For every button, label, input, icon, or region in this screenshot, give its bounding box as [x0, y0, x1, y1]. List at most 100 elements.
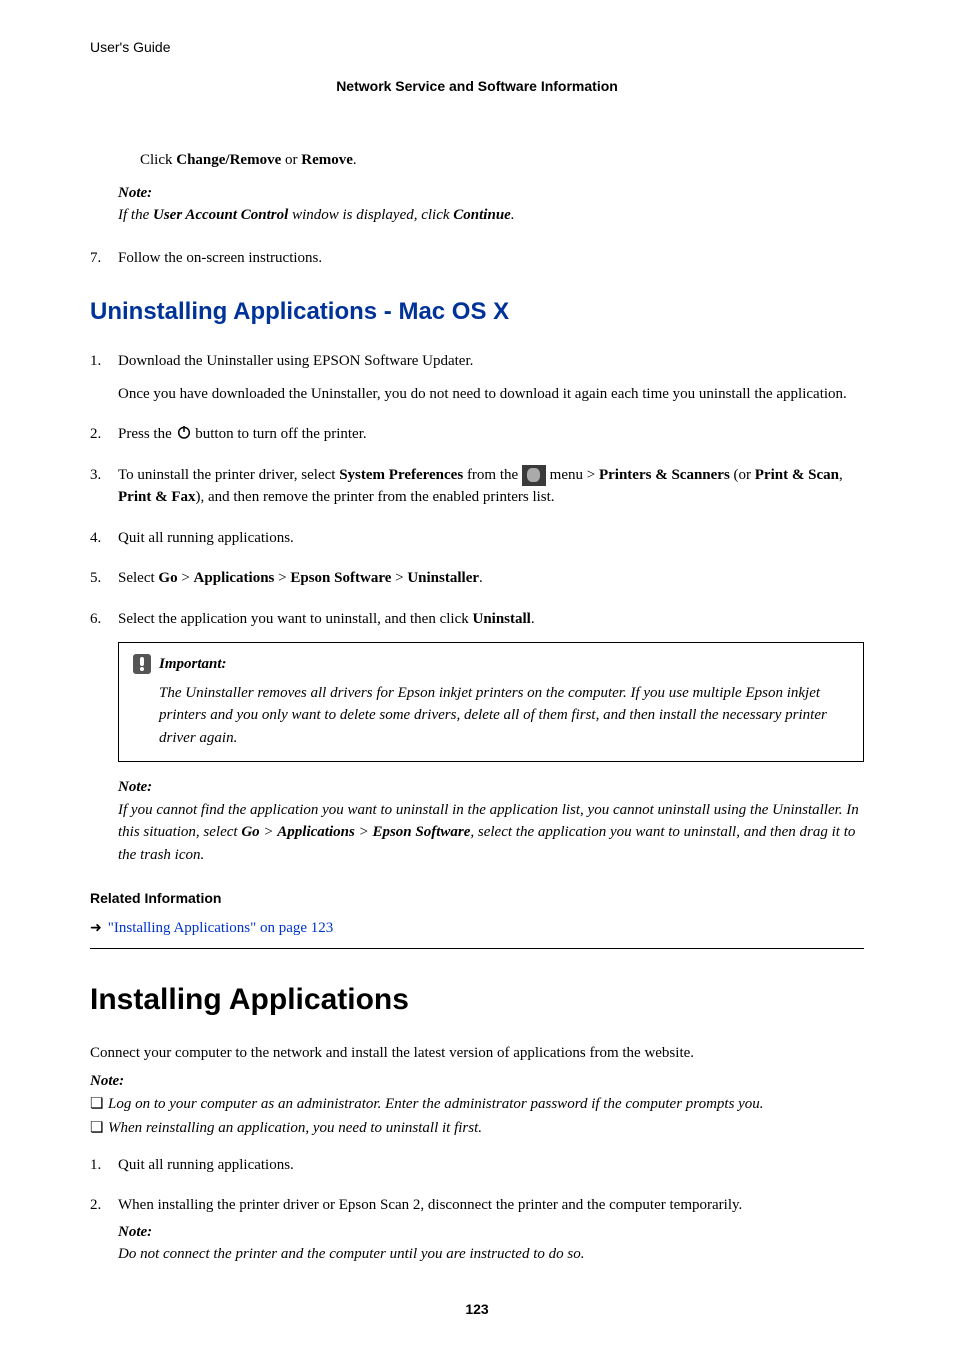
step-text: Download the Uninstaller using EPSON Sof… [118, 350, 864, 405]
text-fragment: window is displayed, click [288, 207, 453, 223]
note-label: Note: [118, 182, 864, 205]
install-step-1: 1. Quit all running applications. [90, 1154, 864, 1177]
install-intro: Connect your computer to the network and… [90, 1042, 864, 1065]
step-text: To uninstall the printer driver, select … [118, 464, 864, 509]
bold-text: Uninstaller [407, 570, 479, 586]
text-fragment: . [479, 570, 483, 586]
text-fragment: or [281, 152, 301, 168]
text-fragment: Click [140, 152, 176, 168]
note-body: If the User Account Control window is di… [118, 204, 864, 227]
text-fragment: button to turn off the printer. [192, 426, 367, 442]
text-fragment: Press the [118, 426, 176, 442]
apple-menu-icon [522, 465, 546, 486]
step-7: 7. Follow the on-screen instructions. [90, 247, 864, 270]
header-guide: User's Guide [90, 37, 864, 58]
step-text: When installing the printer driver or Ep… [118, 1194, 864, 1266]
step-text: Follow the on-screen instructions. [118, 247, 864, 270]
bullet-text: When reinstalling an application, you ne… [108, 1117, 482, 1140]
step-number: 2. [90, 1194, 118, 1266]
page-number: 123 [0, 1299, 954, 1320]
step-number: 1. [90, 350, 118, 405]
text-fragment: Select [118, 570, 158, 586]
step-text: Select Go > Applications > Epson Softwar… [118, 567, 864, 590]
note-body: Do not connect the printer and the compu… [118, 1243, 864, 1266]
important-callout: Important: The Uninstaller removes all d… [118, 642, 864, 762]
paragraph: When installing the printer driver or Ep… [118, 1194, 864, 1217]
bold-text: Epson Software [372, 824, 470, 840]
bold-text: Print & Scan [755, 467, 839, 483]
step-text: Select the application you want to unins… [118, 608, 864, 631]
bullet-icon: ❏ [90, 1117, 108, 1140]
important-body: The Uninstaller removes all drivers for … [159, 682, 849, 750]
bold-text: Go [158, 570, 177, 586]
bold-text: Go [241, 824, 259, 840]
mac-step-2: 2. Press the button to turn off the prin… [90, 423, 864, 446]
related-info-label: Related Information [90, 888, 864, 909]
bold-text: Epson Software [290, 570, 391, 586]
text-fragment: . [353, 152, 357, 168]
exclamation-icon [133, 654, 151, 674]
text-fragment: from the [463, 467, 522, 483]
text-fragment: , [839, 467, 843, 483]
related-link[interactable]: ➜ "Installing Applications" on page 123 [90, 917, 864, 940]
bold-text: Remove [301, 152, 353, 168]
section-title-install: Installing Applications [90, 977, 864, 1022]
bold-text: Printers & Scanners [599, 467, 730, 483]
note-label: Note: [90, 1070, 864, 1093]
mac-step-1: 1. Download the Uninstaller using EPSON … [90, 350, 864, 405]
bold-text: Uninstall [473, 611, 531, 627]
bold-text: System Preferences [339, 467, 463, 483]
note-label: Note: [118, 1221, 864, 1244]
step-text: Press the button to turn off the printer… [118, 423, 864, 446]
note-bullets: ❏Log on to your computer as an administr… [90, 1093, 864, 1140]
bold-text: User Account Control [153, 207, 288, 223]
text-fragment: ), and then remove the printer from the … [195, 489, 554, 505]
bold-text: Applications [194, 570, 275, 586]
text-fragment: . [511, 207, 515, 223]
section-divider [90, 948, 864, 949]
step-text: Quit all running applications. [118, 1154, 864, 1177]
step-number: 4. [90, 527, 118, 550]
mac-step-3: 3. To uninstall the printer driver, sele… [90, 464, 864, 509]
bold-text: Applications [277, 824, 355, 840]
bold-text: Print & Fax [118, 489, 195, 505]
text-fragment: Select the application you want to unins… [118, 611, 473, 627]
bold-text: Continue [453, 207, 511, 223]
bullet-icon: ❏ [90, 1093, 108, 1116]
mac-step-5: 5. Select Go > Applications > Epson Soft… [90, 567, 864, 590]
bullet-item: ❏Log on to your computer as an administr… [90, 1093, 864, 1116]
text-fragment: (or [730, 467, 755, 483]
section-title-mac: Uninstalling Applications - Mac OS X [90, 294, 864, 330]
paragraph: Download the Uninstaller using EPSON Sof… [118, 350, 864, 373]
text-fragment: > [355, 824, 373, 840]
step-number: 2. [90, 423, 118, 446]
text-fragment: To uninstall the printer driver, select [118, 467, 339, 483]
paragraph: Once you have downloaded the Uninstaller… [118, 383, 864, 406]
text-fragment: . [531, 611, 535, 627]
install-step-2: 2. When installing the printer driver or… [90, 1194, 864, 1266]
text-fragment: menu > [546, 467, 599, 483]
note-body: If you cannot find the application you w… [118, 799, 864, 867]
step-number: 6. [90, 608, 118, 631]
step-text: Quit all running applications. [118, 527, 864, 550]
click-remove-line: Click Change/Remove or Remove. [140, 149, 864, 172]
note-label: Note: [118, 776, 864, 799]
breadcrumb: Network Service and Software Information [90, 76, 864, 97]
link-text: "Installing Applications" on page 123 [108, 917, 334, 940]
step-number: 7. [90, 247, 118, 270]
text-fragment: > [391, 570, 407, 586]
arrow-icon: ➜ [90, 918, 102, 939]
step-number: 1. [90, 1154, 118, 1177]
text-fragment: > [178, 570, 194, 586]
text-fragment: > [274, 570, 290, 586]
text-fragment: > [260, 824, 278, 840]
power-icon [176, 424, 192, 440]
text-fragment: If the [118, 207, 153, 223]
bullet-text: Log on to your computer as an administra… [108, 1093, 764, 1116]
step-number: 3. [90, 464, 118, 509]
mac-step-6: 6. Select the application you want to un… [90, 608, 864, 631]
step-number: 5. [90, 567, 118, 590]
important-label: Important: [159, 653, 227, 676]
bold-text: Change/Remove [176, 152, 281, 168]
mac-step-4: 4. Quit all running applications. [90, 527, 864, 550]
